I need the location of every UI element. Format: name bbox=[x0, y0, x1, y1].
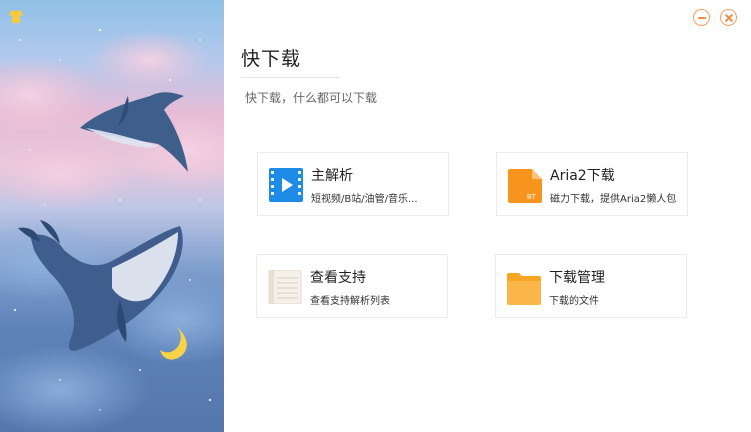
card-title: 下载管理 bbox=[549, 270, 605, 286]
card-title: 主解析 bbox=[311, 168, 353, 184]
shirt-icon bbox=[9, 10, 23, 23]
bt-file-icon: BT bbox=[508, 169, 542, 203]
page-subtitle: 快下载，什么都可以下载 bbox=[245, 91, 378, 105]
title-divider bbox=[241, 77, 340, 78]
whale-illustration bbox=[0, 28, 224, 432]
main-parse-card[interactable]: 主解析 短视频/B站/油管/音乐... bbox=[257, 152, 449, 216]
view-support-card[interactable]: 查看支持 查看支持解析列表 bbox=[256, 254, 448, 318]
bt-badge: BT bbox=[527, 194, 537, 201]
card-description: 短视频/B站/油管/音乐... bbox=[311, 194, 418, 205]
close-button[interactable] bbox=[720, 9, 737, 26]
video-play-icon bbox=[269, 168, 303, 202]
card-title: Aria2下载 bbox=[550, 168, 615, 184]
download-manager-card[interactable]: 下载管理 下载的文件 bbox=[495, 254, 687, 318]
minimize-icon bbox=[697, 16, 706, 19]
close-icon bbox=[724, 13, 733, 22]
folder-icon bbox=[507, 273, 541, 305]
skin-button[interactable] bbox=[9, 10, 25, 26]
banner-illustration bbox=[0, 0, 224, 432]
card-title: 查看支持 bbox=[310, 270, 366, 286]
card-description: 磁力下载，提供Aria2懒人包 bbox=[550, 194, 677, 205]
notepad-icon bbox=[268, 270, 302, 304]
card-description: 查看支持解析列表 bbox=[310, 296, 390, 307]
aria2-download-card[interactable]: BT Aria2下载 磁力下载，提供Aria2懒人包 bbox=[496, 152, 688, 216]
minimize-button[interactable] bbox=[693, 9, 710, 26]
card-description: 下载的文件 bbox=[549, 296, 599, 307]
page-title: 快下载 bbox=[241, 48, 302, 70]
